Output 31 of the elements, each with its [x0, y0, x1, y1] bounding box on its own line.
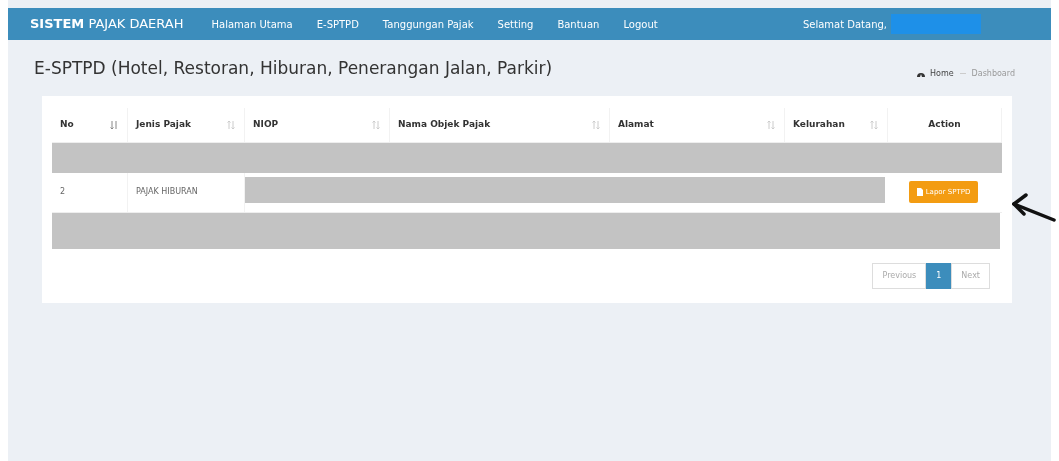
sort-icon [767, 119, 776, 130]
nav-link[interactable]: E-SPTPD [316, 16, 359, 32]
column-header[interactable]: Action [928, 117, 961, 132]
column-header[interactable]: NIOP [253, 117, 279, 132]
column-header[interactable]: Jenis Pajak [136, 117, 191, 132]
sort-icon [227, 119, 236, 130]
sort-icon [592, 119, 601, 130]
breadcrumb-link[interactable]: Home [929, 67, 954, 80]
table-cell: 2 [60, 186, 66, 198]
nav-link[interactable]: Halaman Utama [211, 16, 293, 32]
column-header[interactable]: Nama Objek Pajak [398, 117, 491, 132]
sort-icon [110, 119, 119, 130]
welcome-text: Selamat Datang, [802, 17, 887, 32]
pointing-arrow [1010, 192, 1056, 224]
page-title: E-SPTPD (Hotel, Restoran, Hiburan, Penerangan Jalan, Parkir) [34, 57, 553, 80]
file-icon [916, 188, 923, 196]
nav-link[interactable]: Setting [497, 16, 534, 32]
brand-title[interactable]: SISTEM PAJAK DAERAH [30, 14, 184, 34]
column-header[interactable]: No [60, 117, 74, 132]
column-header[interactable]: Kelurahan [793, 117, 845, 132]
nav-link[interactable]: Bantuan [557, 16, 600, 32]
pagination-button[interactable]: 1 [926, 262, 952, 289]
nav-link[interactable]: Logout [623, 16, 658, 32]
sort-icon [870, 119, 879, 130]
pagination-button[interactable]: Next [951, 262, 990, 289]
pagination-button[interactable]: Previous [872, 262, 927, 289]
table-cell: PAJAK HIBURAN [136, 186, 198, 198]
nav-link[interactable]: Tanggungan Pajak [382, 16, 474, 32]
breadcrumb-current: Dashboard [971, 67, 1015, 80]
column-header[interactable]: Alamat [618, 117, 654, 132]
sort-icon [372, 119, 381, 130]
